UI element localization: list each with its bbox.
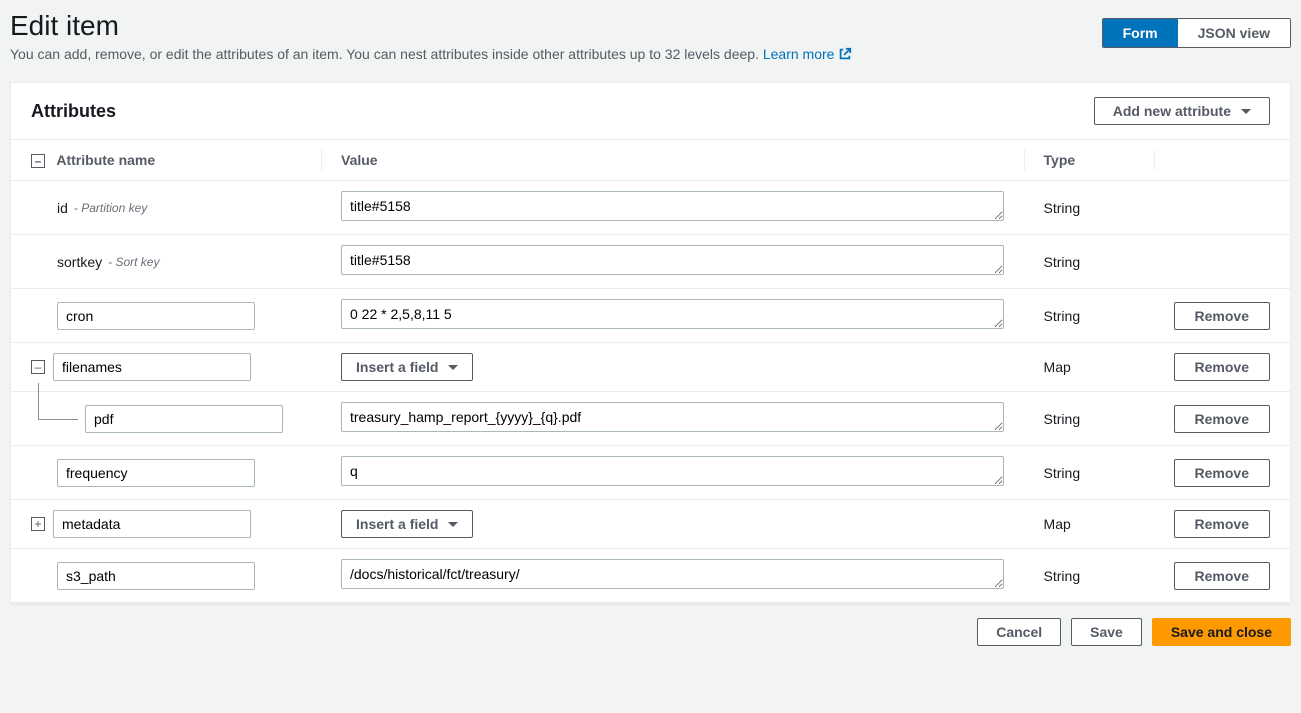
- remove-button[interactable]: Remove: [1174, 302, 1270, 330]
- value-input-sortkey[interactable]: [341, 245, 1004, 275]
- insert-field-button[interactable]: Insert a field: [341, 510, 473, 538]
- collapse-icon[interactable]: –: [31, 360, 45, 374]
- insert-field-button[interactable]: Insert a field: [341, 353, 473, 381]
- type-cell: String: [1024, 289, 1154, 343]
- value-input-pdf[interactable]: [341, 402, 1004, 432]
- attr-name: sortkey: [57, 254, 102, 270]
- attr-name-input-frequency[interactable]: [57, 459, 255, 487]
- type-cell: Map: [1024, 500, 1154, 549]
- remove-button[interactable]: Remove: [1174, 459, 1270, 487]
- add-attribute-button[interactable]: Add new attribute: [1094, 97, 1270, 125]
- learn-more-link[interactable]: Learn more: [763, 46, 852, 62]
- view-json-button[interactable]: JSON view: [1178, 19, 1290, 47]
- type-cell: String: [1024, 446, 1154, 500]
- attr-name-input-s3path[interactable]: [57, 562, 255, 590]
- remove-button[interactable]: Remove: [1174, 510, 1270, 538]
- page-title: Edit item: [10, 10, 852, 42]
- attr-name-input-metadata[interactable]: [53, 510, 251, 538]
- collapse-all-icon[interactable]: –: [31, 154, 45, 168]
- cancel-button[interactable]: Cancel: [977, 618, 1061, 646]
- value-input-s3path[interactable]: [341, 559, 1004, 589]
- footer-actions: Cancel Save Save and close: [10, 604, 1291, 650]
- attr-name-input-filenames[interactable]: [53, 353, 251, 381]
- attributes-panel: Attributes Add new attribute – Attribute…: [10, 82, 1291, 604]
- col-name-header: Attribute name: [56, 152, 155, 168]
- table-row: id - Partition key String: [11, 181, 1290, 235]
- save-close-button[interactable]: Save and close: [1152, 618, 1291, 646]
- table-row: + Insert a field Map Remove: [11, 500, 1290, 549]
- view-form-button[interactable]: Form: [1103, 19, 1178, 47]
- table-row: sortkey - Sort key String: [11, 235, 1290, 289]
- type-cell: String: [1024, 235, 1154, 289]
- col-value-header: Value: [321, 140, 1024, 181]
- type-cell: String: [1024, 392, 1154, 446]
- remove-button[interactable]: Remove: [1174, 562, 1270, 590]
- col-type-header: Type: [1024, 140, 1154, 181]
- attr-name-input-pdf[interactable]: [85, 405, 283, 433]
- type-cell: String: [1024, 181, 1154, 235]
- type-cell: Map: [1024, 343, 1154, 392]
- attr-name: id: [57, 200, 68, 216]
- attributes-table: – Attribute name Value Type id - Partiti…: [11, 139, 1290, 603]
- type-cell: String: [1024, 549, 1154, 603]
- remove-button[interactable]: Remove: [1174, 353, 1270, 381]
- expand-icon[interactable]: +: [31, 517, 45, 531]
- table-row: String Remove: [11, 289, 1290, 343]
- external-link-icon: [838, 47, 852, 61]
- view-toggle: Form JSON view: [1102, 18, 1291, 48]
- partition-key-tag: - Partition key: [74, 201, 147, 215]
- save-button[interactable]: Save: [1071, 618, 1142, 646]
- attr-name-input-cron[interactable]: [57, 302, 255, 330]
- remove-button[interactable]: Remove: [1174, 405, 1270, 433]
- table-row: – Insert a field Map Remove: [11, 343, 1290, 392]
- table-row: String Remove: [11, 446, 1290, 500]
- value-input-cron[interactable]: [341, 299, 1004, 329]
- table-row: String Remove: [11, 549, 1290, 603]
- table-row: String Remove: [11, 392, 1290, 446]
- page-subtitle: You can add, remove, or edit the attribu…: [10, 46, 852, 62]
- value-input-id[interactable]: [341, 191, 1004, 221]
- sort-key-tag: - Sort key: [108, 255, 159, 269]
- value-input-frequency[interactable]: [341, 456, 1004, 486]
- panel-title: Attributes: [31, 101, 116, 122]
